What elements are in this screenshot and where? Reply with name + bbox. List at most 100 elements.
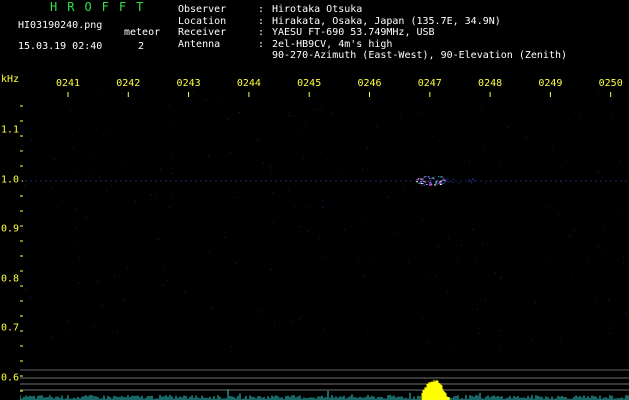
noise-pixel (168, 105, 170, 107)
meteor-echo-pixel (429, 179, 431, 181)
noise-pixel (420, 111, 422, 113)
noise-pixel (50, 336, 52, 338)
noise-pixel (549, 262, 551, 264)
noise-pixel (86, 216, 88, 218)
noise-pixel (400, 114, 402, 116)
noise-pixel (574, 230, 576, 232)
noise-pixel (580, 135, 582, 137)
noise-pixel (92, 157, 94, 159)
noise-pixel (303, 157, 305, 159)
noise-pixel (619, 160, 621, 162)
noise-pixel (20, 218, 22, 220)
noise-pixel (525, 311, 527, 313)
noise-pixel (403, 188, 405, 190)
noise-pixel (172, 196, 174, 198)
noise-pixel (449, 346, 451, 348)
station-info-label: Antenna (178, 38, 221, 50)
noise-pixel (25, 288, 27, 290)
noise-pixel (95, 193, 97, 195)
noise-pixel (469, 179, 471, 181)
noise-pixel (460, 244, 462, 246)
noise-pixel (560, 181, 562, 183)
meteor-echo-pixel (418, 182, 421, 184)
noise-pixel (571, 271, 573, 273)
noise-pixel (256, 139, 258, 141)
noise-pixel (37, 231, 39, 233)
noise-pixel (294, 206, 296, 208)
noise-pixel (171, 154, 173, 156)
noise-pixel (448, 237, 450, 239)
noise-pixel (21, 144, 23, 146)
noise-pixel (101, 95, 103, 97)
noise-pixel (71, 134, 73, 136)
noise-pixel (288, 115, 290, 117)
noise-pixel (481, 243, 483, 245)
noise-pixel (300, 226, 302, 228)
noise-pixel (73, 171, 75, 173)
meteor-echo-pixel (439, 181, 441, 183)
spectrogram-canvas (20, 92, 629, 400)
noise-pixel (490, 183, 492, 185)
noise-pixel (620, 207, 622, 209)
meteor-echo-pixel (447, 178, 449, 180)
noise-pixel (290, 321, 292, 323)
noise-pixel (325, 256, 327, 258)
noise-pixel (485, 183, 487, 185)
meteor-echo-pixel (471, 182, 473, 184)
noise-pixel (164, 285, 166, 287)
noise-pixel (97, 281, 99, 283)
meteor-echo-pixel (472, 178, 474, 180)
noise-pixel (422, 318, 424, 320)
noise-pixel (598, 92, 600, 94)
noise-pixel (428, 341, 430, 343)
noise-pixel (438, 246, 440, 248)
noise-pixel (238, 112, 240, 114)
noise-pixel (79, 282, 81, 284)
station-info-row: Observer: Hirotaka Otsuka (178, 4, 567, 16)
freq-tick-label: 0.9 (1, 223, 20, 235)
time-tick-label: 0247 (417, 78, 442, 89)
meteor-echo-pixel (421, 184, 423, 186)
time-tick-label: 0248 (478, 78, 503, 89)
meteor-count-label: meteor (124, 27, 161, 38)
noise-pixel (318, 237, 320, 239)
noise-pixel (70, 109, 72, 111)
noise-pixel (274, 324, 276, 326)
meteor-echo-pixel (443, 177, 445, 179)
noise-pixel (305, 124, 307, 126)
noise-pixel (75, 208, 77, 210)
time-tick-label: 0241 (55, 78, 81, 89)
noise-pixel (61, 200, 63, 202)
noise-pixel (560, 338, 562, 340)
meteor-echo-pixel (422, 179, 424, 181)
noise-pixel (301, 132, 303, 134)
noise-pixel (67, 320, 69, 322)
meteor-echo-pixel (431, 183, 433, 185)
meteor-echo-pixel (444, 181, 446, 183)
station-info-row: Receiver: YAESU FT-690 53.749MHz, USB (178, 27, 567, 39)
noise-pixel (188, 183, 190, 185)
noise-pixel (314, 109, 316, 111)
noise-pixel (126, 267, 128, 269)
noise-pixel (110, 185, 112, 187)
frequency-axis: 1.1 1.0 0.9 0.8 0.7 0.6 (0, 92, 20, 400)
meteor-echo-pixel (434, 184, 436, 186)
meteor-echo-pixel (433, 177, 435, 179)
noise-pixel (568, 236, 570, 238)
noise-pixel (305, 206, 307, 208)
noise-pixel (483, 146, 485, 148)
noise-pixel (456, 258, 458, 260)
noise-pixel (77, 245, 79, 247)
noise-pixel (357, 261, 359, 263)
noise-pixel (525, 135, 527, 137)
noise-pixel (192, 92, 194, 94)
freq-tick-label: 0.7 (1, 322, 20, 334)
noise-pixel (598, 170, 600, 172)
noise-pixel (31, 139, 33, 141)
noise-pixel (609, 324, 611, 326)
station-info-value: Hirakata, Osaka, Japan (135.7E, 34.9N) (272, 15, 501, 27)
noise-pixel (417, 127, 419, 129)
noise-pixel (72, 146, 74, 148)
station-info-row: 90-270-Azimuth (East-West), 90-Elevation… (178, 50, 567, 62)
noise-pixel (88, 177, 90, 179)
